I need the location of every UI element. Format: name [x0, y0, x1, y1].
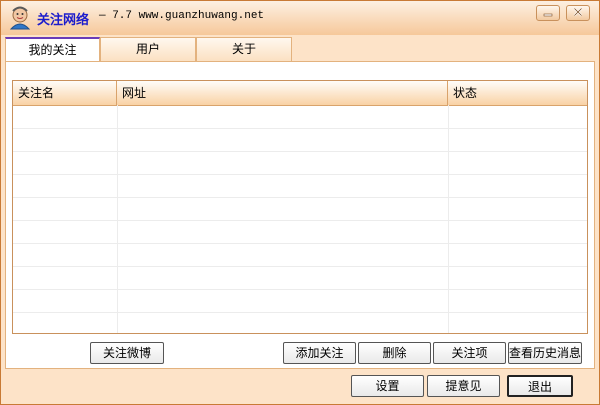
column-header-url[interactable]: 网址: [117, 81, 448, 105]
app-subtitle: — 7.7 www.guanzhuwang.net: [99, 10, 265, 22]
table-row: [13, 197, 587, 198]
table-row: [13, 266, 587, 267]
table-header: 关注名 网址 状态: [13, 81, 587, 106]
settings-button[interactable]: 设置: [351, 375, 424, 397]
app-title: 关注网络: [37, 13, 90, 28]
table-row: [13, 174, 587, 175]
tab-panel: 关注名 网址 状态 关注微博 添加关注 删除 关注项 查看历史消息: [5, 61, 595, 369]
add-follow-button[interactable]: 添加关注: [283, 342, 356, 364]
close-icon: [573, 6, 583, 20]
delete-button[interactable]: 删除: [358, 342, 431, 364]
table-row: [13, 289, 587, 290]
follow-items-button[interactable]: 关注项: [433, 342, 506, 364]
table-row: [13, 151, 587, 152]
tab-users[interactable]: 用户: [100, 37, 196, 61]
follow-weibo-button[interactable]: 关注微博: [90, 342, 164, 364]
table-row: [13, 220, 587, 221]
app-window: 关注网络 — 7.7 www.guanzhuwang.net 我的关注 用户 关…: [0, 0, 600, 405]
column-header-name[interactable]: 关注名: [13, 81, 117, 105]
minimize-button[interactable]: [536, 5, 560, 21]
tab-my-follows[interactable]: 我的关注: [5, 37, 100, 61]
close-button[interactable]: [566, 5, 590, 21]
table-row: [13, 128, 587, 129]
column-header-status[interactable]: 状态: [448, 81, 587, 105]
follow-list[interactable]: 关注名 网址 状态: [12, 80, 588, 334]
exit-button[interactable]: 退出: [507, 375, 573, 397]
title-bar[interactable]: 关注网络 — 7.7 www.guanzhuwang.net: [1, 1, 599, 35]
feedback-button[interactable]: 提意见: [427, 375, 500, 397]
table-row: [13, 243, 587, 244]
tab-about[interactable]: 关于: [196, 37, 292, 61]
minimize-icon: [543, 6, 553, 20]
app-logo-icon: [7, 5, 33, 31]
view-history-button[interactable]: 查看历史消息: [508, 342, 582, 364]
table-row: [13, 312, 587, 313]
